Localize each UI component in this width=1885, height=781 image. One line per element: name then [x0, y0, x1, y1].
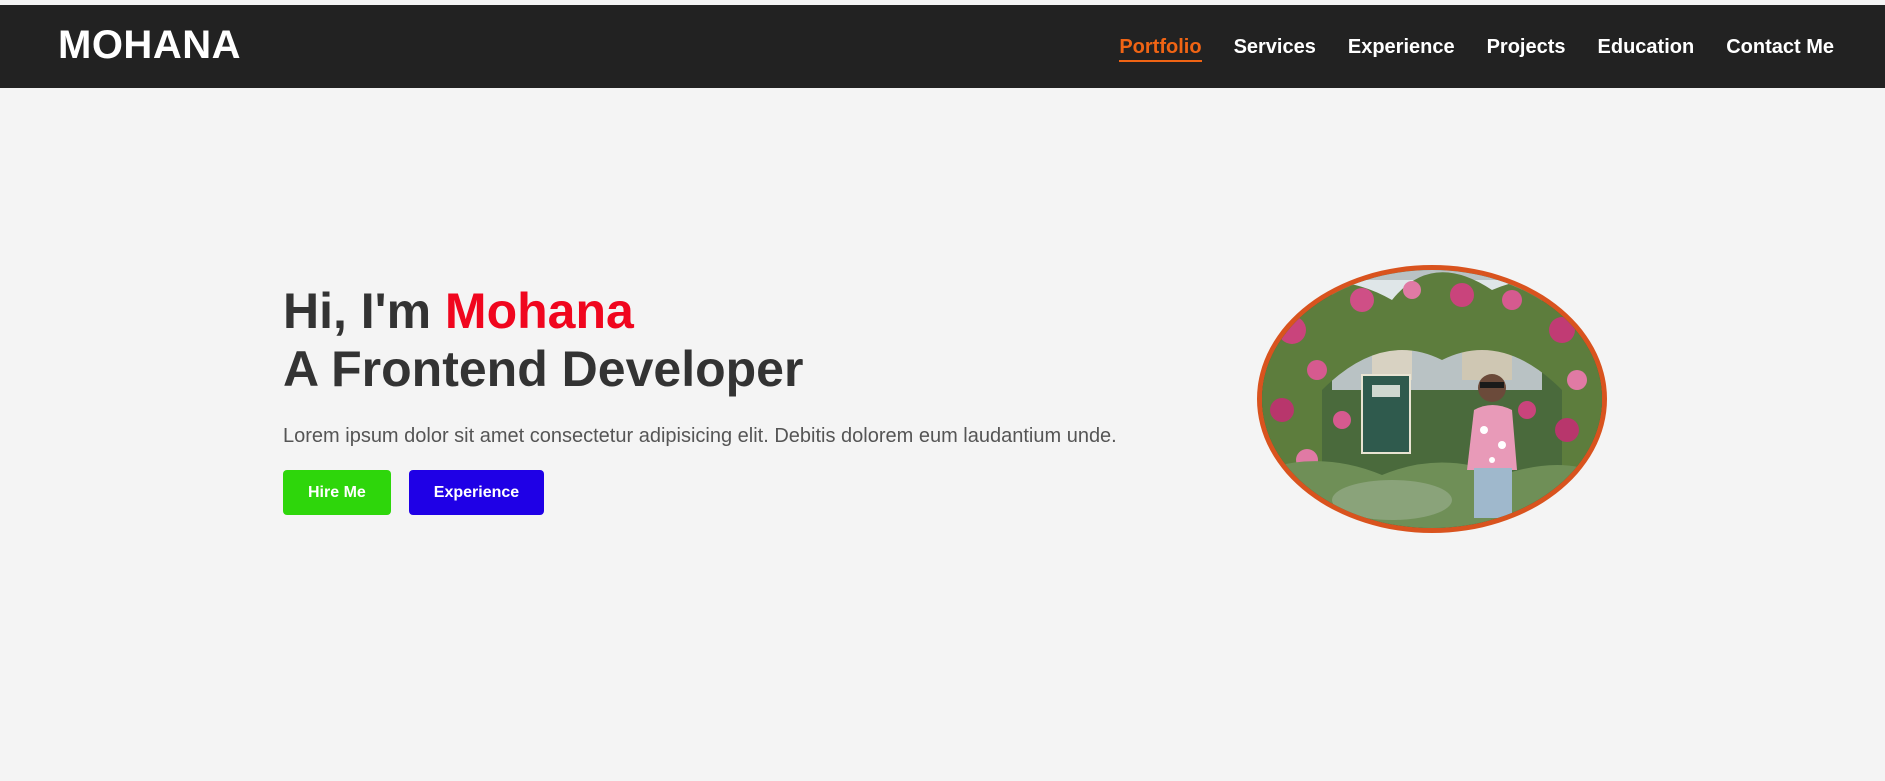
hero-text: Hi, I'm Mohana A Frontend Developer Lore… [283, 282, 1163, 515]
hero-name: Mohana [444, 283, 634, 339]
navbar: MOHANA Portfolio Services Experience Pro… [0, 5, 1885, 88]
hero-role: A Frontend Developer [283, 341, 804, 397]
nav-link-contact[interactable]: Contact Me [1726, 35, 1834, 59]
nav-link-experience[interactable]: Experience [1348, 35, 1455, 59]
profile-photo [1257, 265, 1607, 533]
cta-row: Hire Me Experience [283, 470, 1163, 515]
nav-link-projects[interactable]: Projects [1487, 35, 1566, 59]
brand-logo[interactable]: MOHANA [58, 25, 241, 65]
nav-link-education[interactable]: Education [1598, 35, 1695, 59]
profile-photo-image [1262, 270, 1602, 528]
nav-link-services[interactable]: Services [1234, 35, 1316, 59]
hero-description: Lorem ipsum dolor sit amet consectetur a… [283, 425, 1117, 447]
experience-button[interactable]: Experience [408, 470, 545, 515]
nav-menu: Portfolio Services Experience Projects E… [1119, 35, 1834, 62]
hire-me-button[interactable]: Hire Me [283, 470, 391, 515]
hero-headline: Hi, I'm Mohana A Frontend Developer [283, 282, 1163, 398]
hero-greeting: Hi, I'm [283, 283, 445, 339]
nav-link-portfolio[interactable]: Portfolio [1119, 35, 1202, 62]
